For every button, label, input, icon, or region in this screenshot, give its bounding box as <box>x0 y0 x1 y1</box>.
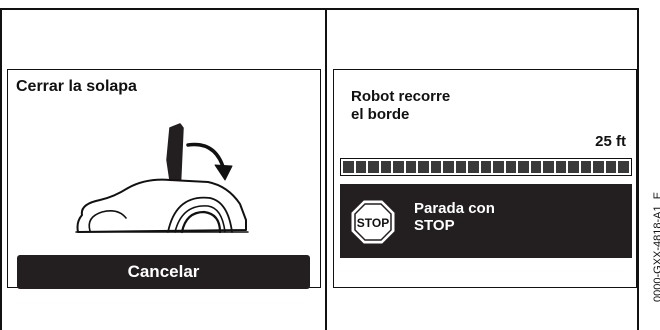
cancel-button[interactable]: Cancelar <box>17 255 310 289</box>
progress-segment <box>368 161 379 173</box>
progress-segment <box>518 161 529 173</box>
progress-segment <box>380 161 392 173</box>
screen-title-line2: el borde <box>351 106 410 123</box>
screen-title: Robot recorre el borde <box>351 88 551 124</box>
screen-title-line1: Robot recorre <box>351 88 451 105</box>
display-screen-edge-mowing: Robot recorre el borde 25 ft STOP Parada… <box>333 69 637 288</box>
progress-segment <box>430 161 442 173</box>
progress-segment <box>555 161 567 173</box>
progress-segment <box>580 161 592 173</box>
mower-flap-closing-icon <box>75 123 249 234</box>
progress-segment <box>343 161 354 173</box>
progress-segment <box>530 161 542 173</box>
display-screen-close-flap: Cerrar la solapa Cancelar <box>7 69 321 289</box>
progress-segment <box>405 161 417 173</box>
progress-segment <box>618 161 629 173</box>
progress-segment <box>455 161 467 173</box>
progress-segment <box>505 161 517 173</box>
frame-divider <box>325 8 327 330</box>
stop-instruction: Parada con STOP <box>414 200 614 234</box>
progress-segment <box>493 161 504 173</box>
stop-instruction-line1: Parada con <box>414 200 495 217</box>
progress-segment <box>468 161 479 173</box>
progress-segment <box>393 161 404 173</box>
progress-segment <box>443 161 454 173</box>
stop-instruction-line2: STOP <box>414 217 455 234</box>
progress-segment <box>355 161 367 173</box>
progress-segment <box>480 161 492 173</box>
stop-sign-label: STOP <box>357 216 389 230</box>
edge-distance-readout: 25 ft <box>595 133 626 150</box>
progress-segment <box>593 161 604 173</box>
stop-info-panel: STOP Parada con STOP <box>340 184 632 258</box>
progress-segment <box>568 161 579 173</box>
reference-code: 0000-GXX-4818-A1_E <box>652 191 660 302</box>
screen-title: Cerrar la solapa <box>16 78 137 95</box>
progress-segment <box>418 161 429 173</box>
edge-progress-bar <box>340 158 632 176</box>
progress-segment <box>605 161 617 173</box>
progress-segment <box>543 161 554 173</box>
stop-sign-icon: STOP <box>351 200 395 244</box>
